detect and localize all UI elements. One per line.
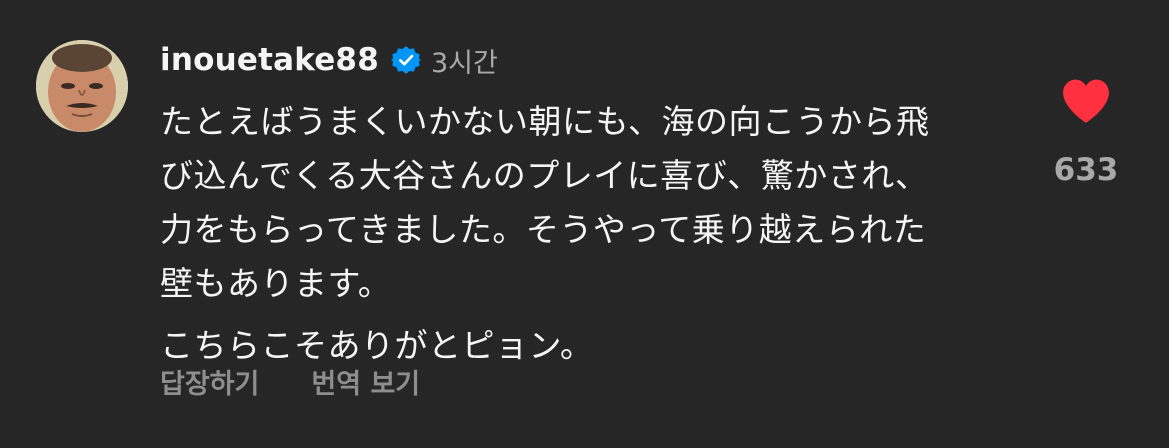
comment-line: 壁もあります。 [160, 264, 392, 303]
comment-header: inouetake88 3시간 [160, 38, 498, 82]
username[interactable]: inouetake88 [160, 42, 379, 78]
heart-icon[interactable] [1061, 78, 1111, 124]
avatar[interactable] [36, 40, 128, 132]
comment-actions: 답장하기 번역 보기 [160, 362, 420, 401]
like-count: 633 [1053, 152, 1119, 188]
translate-button[interactable]: 번역 보기 [311, 362, 420, 401]
comment-line: び込んでくる大谷さんのプレイに喜び、驚かされ、 [160, 156, 929, 195]
like-section: 633 [1040, 78, 1132, 188]
verified-badge-icon [390, 46, 421, 74]
comment-line: たとえばうまくいかない朝にも、海の向こうから飛 [160, 102, 930, 141]
comment-text: たとえばうまくいかない朝にも、海の向こうから飛 び込んでくる大谷さんのプレイに喜… [160, 95, 1010, 373]
avatar-portrait-icon [36, 40, 128, 132]
comment-line: 力をもらってきました。そうやって乗り越えられた [160, 210, 927, 249]
reply-button[interactable]: 답장하기 [160, 362, 259, 401]
comment-timestamp: 3시간 [430, 47, 498, 79]
